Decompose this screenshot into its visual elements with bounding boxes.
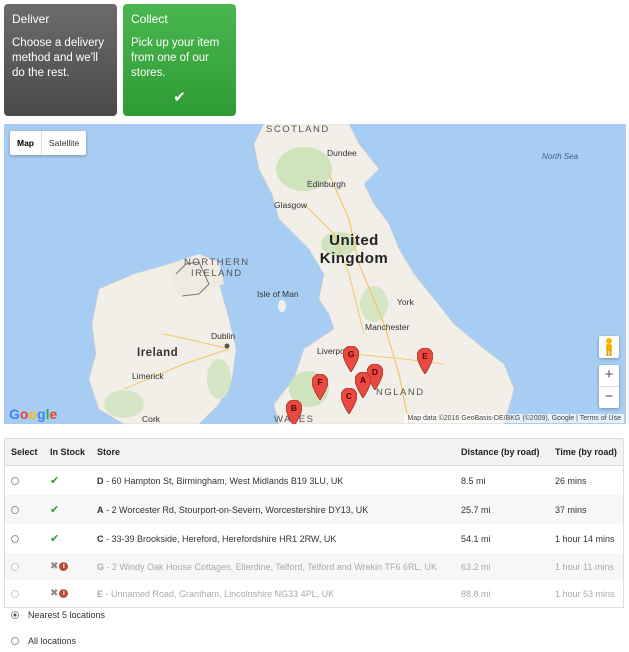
map-marker-a[interactable]: A: [354, 371, 372, 399]
filter-nearest-5[interactable]: Nearest 5 locations: [11, 610, 105, 620]
store-time: 1 hour 11 mins: [549, 553, 623, 580]
info-icon[interactable]: i: [59, 589, 69, 599]
store-select-radio[interactable]: [11, 477, 19, 486]
label-limerick: Limerick: [132, 371, 164, 381]
map-credits[interactable]: Map data ©2016 GeoBasis-DE/BKG (©2009), …: [404, 414, 624, 423]
collect-title: Collect: [131, 12, 168, 26]
label-england: NGLAND: [376, 387, 425, 398]
header-in-stock: In Stock: [44, 439, 91, 466]
dublin-dot: [224, 343, 230, 349]
store-table: Select In Stock Store Distance (by road)…: [4, 438, 624, 608]
store-address: E - Unnamed Road, Grantham, Lincolnshire…: [97, 588, 335, 599]
label-isle-of-man: Isle of Man: [257, 289, 299, 299]
header-store: Store: [91, 439, 455, 466]
store-distance: 63.2 mi: [455, 553, 549, 580]
pegman-icon: [606, 338, 612, 356]
label-dundee: Dundee: [327, 148, 357, 158]
store-time: 1 hour 53 mins: [555, 588, 615, 599]
in-stock-check-icon: ✔: [50, 475, 60, 487]
store-select-radio[interactable]: [11, 535, 19, 544]
store-distance: 54.1 mi: [461, 533, 491, 544]
map-type-map-button[interactable]: Map: [10, 131, 41, 155]
header-distance: Distance (by road): [455, 439, 549, 466]
label-edinburgh: Edinburgh: [307, 179, 346, 189]
deliver-option[interactable]: Deliver Choose a delivery method and we'…: [4, 4, 117, 116]
store-time: 37 mins: [549, 495, 623, 524]
map-marker-f[interactable]: F: [311, 373, 329, 401]
table-row: ✖ i G - 2 Windy Oak House Cottages, Eller…: [5, 553, 623, 580]
label-glasgow: Glasgow: [274, 200, 308, 210]
in-stock-check-icon: ✔: [50, 504, 60, 516]
deliver-title: Deliver: [12, 12, 50, 26]
collect-description: Pick up your item from one of our stores…: [131, 37, 220, 79]
header-select: Select: [5, 439, 44, 466]
filter-nearest-label: Nearest 5 locations: [28, 610, 106, 620]
filter-all-radio[interactable]: [11, 637, 19, 645]
filter-nearest-radio[interactable]: [11, 611, 19, 619]
zoom-control: + −: [599, 365, 619, 408]
google-logo[interactable]: Google: [9, 406, 57, 422]
zoom-in-button[interactable]: +: [599, 365, 619, 386]
label-united-kingdom: United Kingdom: [319, 232, 389, 267]
map-marker-g[interactable]: G: [342, 345, 360, 373]
table-row: ✖ i E - Unnamed Road, Grantham, Lincolnsh…: [5, 580, 623, 607]
label-cork: Cork: [142, 414, 160, 424]
label-scotland: SCOTLAND: [266, 124, 330, 135]
table-row[interactable]: ✔ C - 33-39 Brookside, Hereford, Herefor…: [5, 524, 623, 553]
store-address: C - 33-39 Brookside, Hereford, Herefords…: [97, 533, 337, 544]
store-distance: 8.5 mi: [461, 475, 486, 486]
map-marker-b[interactable]: B: [285, 399, 303, 424]
in-stock-check-icon: ✔: [50, 533, 60, 545]
table-header-row: Select In Stock Store Distance (by road)…: [5, 439, 623, 466]
label-ireland: Ireland: [137, 347, 179, 359]
store-distance: 88.8 mi: [461, 588, 491, 599]
store-address: G - 2 Windy Oak House Cottages, Ellerdin…: [91, 553, 455, 580]
table-row[interactable]: ✔ A - 2 Worcester Rd, Stourport-on-Sever…: [5, 495, 623, 524]
label-manchester: Manchester: [365, 322, 410, 332]
label-york: York: [397, 297, 414, 307]
out-of-stock-cross-icon: ✖: [50, 561, 59, 572]
table-row[interactable]: ✔ D - 60 Hampton St, Birmingham, West Mi…: [5, 466, 623, 496]
filter-all-locations[interactable]: All locations: [11, 636, 76, 646]
store-time: 26 mins: [555, 475, 587, 486]
deliver-description: Choose a delivery method and we'll do th…: [12, 37, 105, 79]
street-view-pegman[interactable]: [599, 336, 619, 358]
zoom-out-button[interactable]: −: [599, 387, 619, 408]
label-north-sea: North Sea: [542, 152, 579, 161]
out-of-stock-cross-icon: ✖: [50, 588, 59, 599]
label-dublin: Dublin: [211, 331, 236, 341]
store-map[interactable]: Map Satellite SCOTLAND Dundee North Sea …: [4, 124, 626, 424]
header-time: Time (by road): [549, 439, 623, 466]
label-northern-ireland: NORTHERN IRELAND: [184, 257, 250, 279]
map-type-control: Map Satellite: [10, 131, 87, 155]
info-icon[interactable]: i: [59, 562, 69, 572]
store-select-radio: [11, 590, 19, 599]
map-marker-e[interactable]: E: [416, 347, 434, 375]
filter-all-label: All locations: [28, 636, 77, 646]
store-address: A - 2 Worcester Rd, Stourport-on-Severn,…: [91, 495, 455, 524]
store-time: 1 hour 14 mins: [555, 533, 615, 544]
map-type-satellite-button[interactable]: Satellite: [42, 131, 86, 155]
store-address: D - 60 Hampton St, Birmingham, West Midl…: [97, 475, 344, 486]
checkmark-icon: ✔: [173, 89, 186, 106]
store-select-radio[interactable]: [11, 506, 19, 515]
store-distance: 25.7 mi: [455, 495, 549, 524]
map-marker-c[interactable]: C: [340, 387, 358, 415]
collect-option[interactable]: Collect Pick up your item from one of ou…: [123, 4, 236, 116]
store-select-radio: [11, 563, 19, 572]
